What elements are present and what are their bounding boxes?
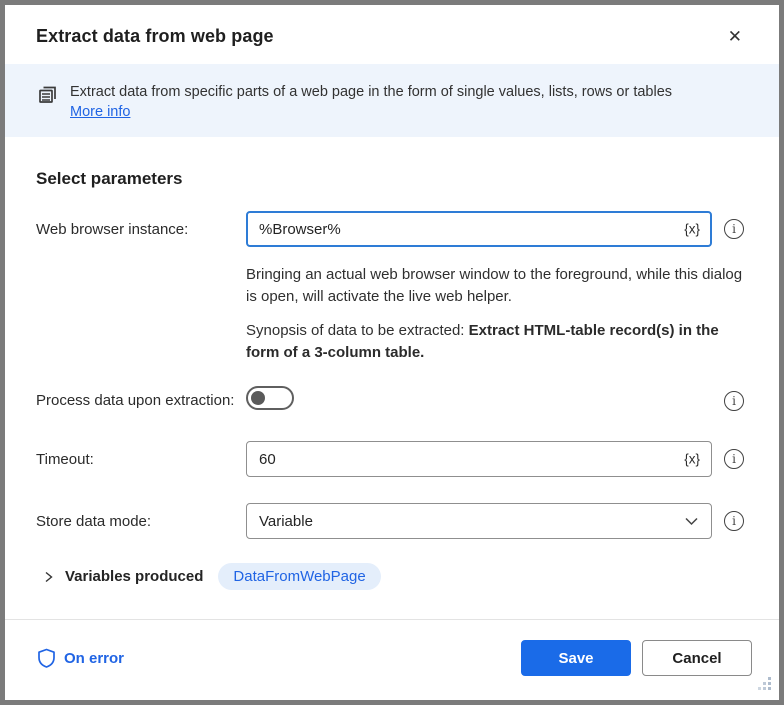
- info-icon[interactable]: i: [724, 219, 744, 239]
- store-data-mode-label: Store data mode:: [36, 512, 152, 530]
- timeout-input[interactable]: [246, 441, 712, 477]
- info-icon[interactable]: i: [724, 390, 744, 411]
- store-data-mode-row: Store data mode: Variable i: [36, 503, 748, 539]
- on-error-button[interactable]: On error: [36, 647, 124, 669]
- variable-picker-fx-button[interactable]: {x}: [681, 220, 703, 239]
- web-browser-instance-label: Web browser instance:: [36, 220, 189, 238]
- synopsis-prefix: Synopsis of data to be extracted:: [246, 322, 469, 339]
- chevron-down-icon: [684, 515, 699, 527]
- produced-variable-badge[interactable]: DataFromWebPage: [218, 563, 381, 590]
- info-icon[interactable]: i: [724, 511, 744, 531]
- banner-description: Extract data from specific parts of a we…: [70, 84, 673, 100]
- process-data-label: Process data upon extraction:: [36, 392, 235, 409]
- extract-data-document-icon: [36, 83, 59, 111]
- banner-text-block: Extract data from specific parts of a we…: [70, 82, 672, 121]
- on-error-label: On error: [64, 649, 125, 667]
- synopsis-line: Synopsis of data to be extracted: Extrac…: [246, 320, 748, 364]
- variables-produced-row: Variables produced DataFromWebPage: [41, 563, 748, 590]
- timeout-label: Timeout:: [36, 450, 94, 468]
- store-data-mode-value: Variable: [259, 512, 313, 530]
- select-parameters-heading: Select parameters: [36, 169, 183, 188]
- dialog-title: Extract data from web page: [36, 26, 274, 46]
- store-data-mode-select[interactable]: Variable: [246, 503, 712, 539]
- save-button[interactable]: Save: [521, 640, 631, 676]
- shield-icon: [36, 647, 57, 669]
- web-browser-instance-input[interactable]: [246, 211, 712, 247]
- web-browser-instance-row: Web browser instance: {x} i: [36, 211, 748, 247]
- extract-data-dialog: Extract data from web page ✕ Extract dat…: [0, 0, 784, 705]
- toggle-knob: [251, 391, 265, 405]
- dialog-footer: On error Save Cancel: [5, 619, 779, 700]
- helper-description: Bringing an actual web browser window to…: [246, 264, 748, 364]
- dialog-content: Select parameters Web browser instance: …: [5, 137, 779, 619]
- resize-grip[interactable]: [756, 677, 772, 695]
- close-icon[interactable]: ✕: [722, 24, 748, 49]
- timeout-row: Timeout: {x} i: [36, 441, 748, 477]
- info-icon[interactable]: i: [724, 449, 744, 469]
- process-data-row: Process data upon extraction: i: [36, 386, 748, 415]
- variable-picker-fx-button[interactable]: {x}: [681, 450, 703, 469]
- timeout-input-wrap: {x}: [246, 441, 712, 477]
- footer-buttons: Save Cancel: [521, 640, 752, 676]
- web-browser-instance-input-wrap: {x}: [246, 211, 712, 247]
- more-info-link[interactable]: More info: [70, 104, 130, 120]
- info-banner: Extract data from specific parts of a we…: [5, 64, 779, 137]
- process-data-toggle[interactable]: [246, 386, 294, 410]
- chevron-right-icon[interactable]: [41, 569, 56, 585]
- cancel-button[interactable]: Cancel: [642, 640, 752, 676]
- dialog-header: Extract data from web page ✕: [5, 5, 779, 64]
- helper-note: Bringing an actual web browser window to…: [246, 266, 743, 305]
- variables-produced-label[interactable]: Variables produced: [65, 568, 203, 585]
